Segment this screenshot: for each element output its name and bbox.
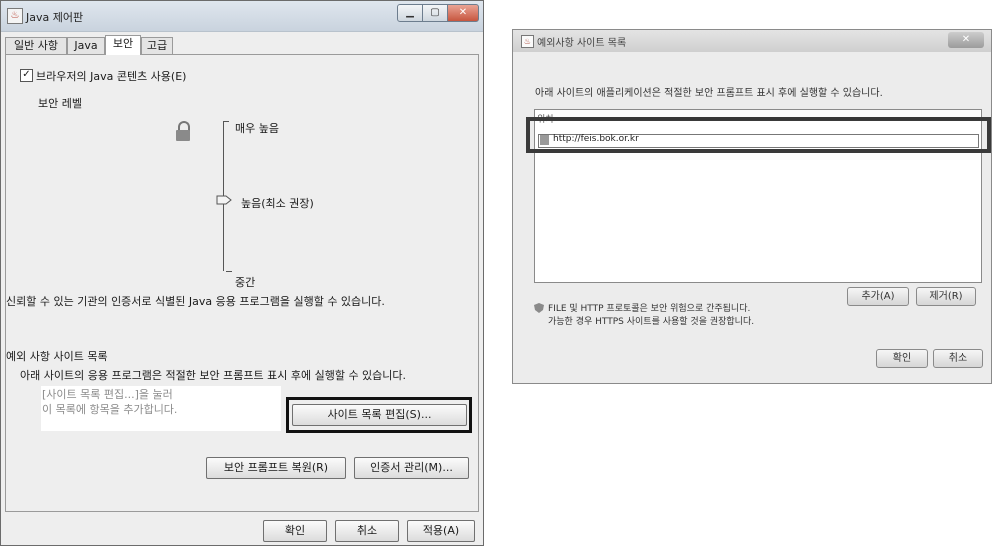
highlight-box: [286, 397, 472, 433]
browser-java-checkbox[interactable]: ✓: [20, 69, 33, 82]
minimize-button[interactable]: ▁: [397, 4, 423, 22]
dialog-title: 예외사항 사이트 목록: [537, 38, 627, 49]
tab-java[interactable]: Java: [67, 37, 105, 54]
slider-thumb[interactable]: [216, 195, 232, 205]
tab-general[interactable]: 일반 사항: [5, 37, 67, 54]
level-very-high-label: 매우 높음: [235, 122, 279, 135]
manage-certificates-button[interactable]: 인증서 관리(M)...: [354, 457, 469, 479]
dialog-close-button[interactable]: ✕: [948, 32, 984, 48]
warning-line-1: FILE 및 HTTP 프로토콜은 보안 위험으로 간주됩니다.: [548, 304, 751, 314]
java-app-icon: ♨: [7, 8, 23, 24]
lock-icon: [176, 121, 190, 141]
level-medium-label: 중간: [235, 276, 256, 289]
close-button[interactable]: ✕: [447, 4, 479, 22]
tab-advanced[interactable]: 고급: [141, 37, 173, 54]
window-title: Java 제어판: [26, 11, 84, 24]
apply-button[interactable]: 적용(A): [407, 520, 475, 542]
dialog-cancel-button[interactable]: 취소: [933, 349, 983, 368]
security-level-heading: 보안 레벨: [38, 97, 82, 110]
java-control-panel-window: ♨ Java 제어판 ▁ ▢ ✕ 일반 사항 Java 보안 고급 ✓ 브라우저…: [0, 0, 484, 546]
highlight-box: [526, 117, 991, 153]
security-shield-icon: [534, 303, 544, 313]
dialog-title-bar: ♨ 예외사항 사이트 목록 ✕: [513, 30, 991, 52]
dialog-description: 아래 사이트의 애플리케이션은 적절한 보안 프롬프트 표시 후에 실행할 수 …: [535, 88, 883, 99]
java-app-icon: ♨: [521, 35, 534, 48]
add-site-button[interactable]: 추가(A): [847, 287, 909, 306]
exception-list-hint-1: [사이트 목록 편집...]을 눌러: [42, 388, 173, 401]
title-bar: ♨ Java 제어판 ▁ ▢ ✕: [1, 1, 483, 32]
level-description: 신뢰할 수 있는 기관의 인증서로 식별된 Java 응용 프로그램을 실행할 …: [6, 295, 385, 308]
warning-line-2: 가능한 경우 HTTPS 사이트를 사용할 것을 권장합니다.: [548, 317, 755, 327]
slider-tick-very-high: [223, 121, 229, 122]
exception-list-heading: 예외 사항 사이트 목록: [6, 350, 108, 363]
restore-prompts-button[interactable]: 보안 프롬프트 복원(R): [206, 457, 346, 479]
exception-list-hint-2: 이 목록에 항목을 추가합니다.: [42, 403, 178, 416]
maximize-button[interactable]: ▢: [422, 4, 448, 22]
browser-java-label: 브라우저의 Java 콘텐츠 사용(E): [36, 70, 187, 83]
cancel-button[interactable]: 취소: [335, 520, 399, 542]
dialog-ok-button[interactable]: 확인: [876, 349, 928, 368]
tab-security[interactable]: 보안: [105, 35, 141, 55]
remove-site-button[interactable]: 제거(R): [916, 287, 976, 306]
exception-site-list-dialog: ♨ 예외사항 사이트 목록 ✕ 아래 사이트의 애플리케이션은 적절한 보안 프…: [512, 29, 992, 384]
slider-tick-medium: [226, 271, 232, 272]
level-high-label: 높음(최소 권장): [241, 197, 314, 210]
ok-button[interactable]: 확인: [263, 520, 327, 542]
exception-list-description: 아래 사이트의 응용 프로그램은 적절한 보안 프롬프트 표시 후에 실행할 수…: [20, 369, 407, 382]
